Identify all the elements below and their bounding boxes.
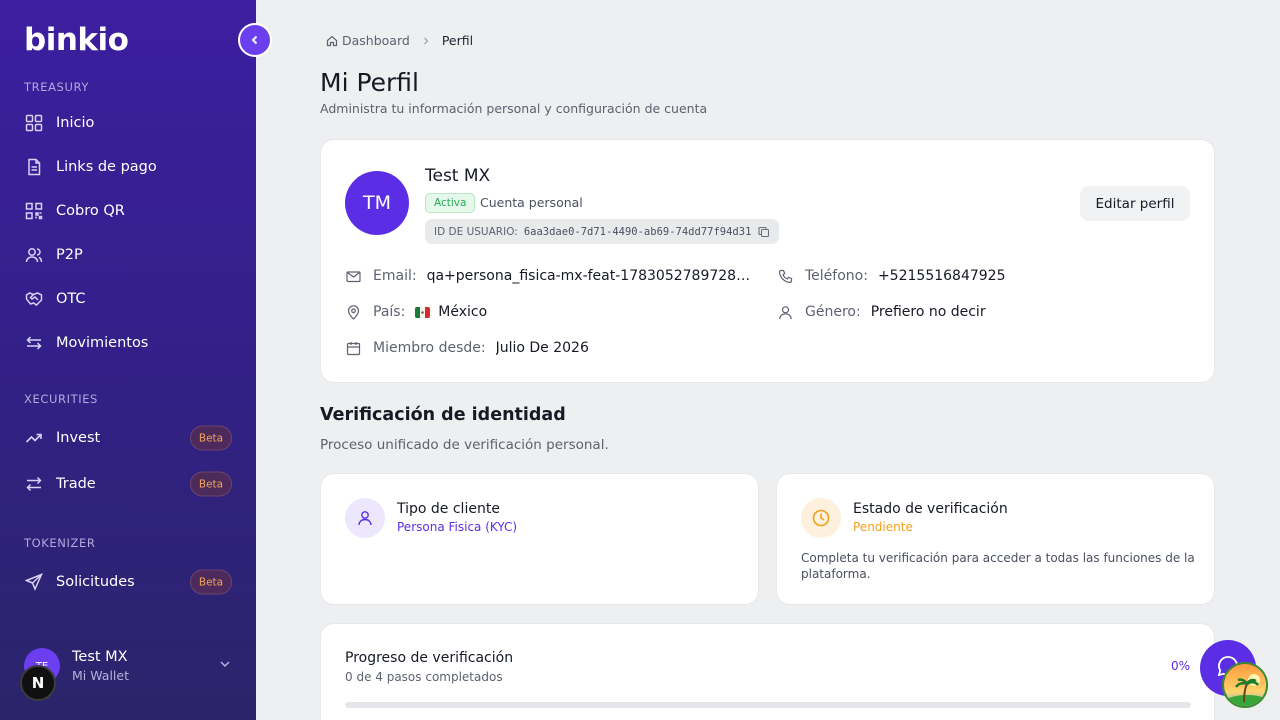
sidebar-item-cobro-qr[interactable]: Cobro QR xyxy=(24,196,232,226)
email-row: Email: qa+persona_fisica-mx-feat-1783052… xyxy=(345,268,765,284)
copy-icon[interactable] xyxy=(758,226,770,238)
breadcrumb-dashboard-link[interactable]: Dashboard xyxy=(342,33,410,48)
sidebar-item-movimientos[interactable]: Movimientos xyxy=(24,328,232,358)
beta-badge: Beta xyxy=(190,569,232,595)
nextjs-dev-badge[interactable]: N xyxy=(20,665,56,701)
verification-title: Verificación de identidad xyxy=(320,405,566,425)
verification-status-value: Pendiente xyxy=(853,520,913,534)
mexico-flag-icon xyxy=(415,306,431,318)
gender-row: Género: Prefiero no decir xyxy=(777,304,986,320)
client-type-card: Tipo de cliente Persona Fisica (KYC) xyxy=(320,473,759,605)
map-pin-icon xyxy=(345,304,361,320)
sidebar-item-label: Links de pago xyxy=(56,159,157,175)
phone-value: +5215516847925 xyxy=(877,268,1006,284)
verification-status-description: Completa tu verificación para acceder a … xyxy=(801,551,1195,581)
user-subtitle: Mi Wallet xyxy=(72,668,129,683)
edit-profile-button[interactable]: Editar perfil xyxy=(1080,186,1190,221)
sidebar-item-label: Invest xyxy=(56,430,101,446)
profile-card: TM Test MX Activa Cuenta personal ID DE … xyxy=(320,139,1215,383)
verification-progress-card: Progreso de verificación 0 de 4 pasos co… xyxy=(320,623,1215,720)
sidebar-item-links-de-pago[interactable]: Links de pago xyxy=(24,152,232,182)
breadcrumb-current: Perfil xyxy=(441,33,474,48)
user-circle-icon xyxy=(345,498,385,538)
verification-status-title: Estado de verificación xyxy=(853,501,1008,517)
sidebar-item-otc[interactable]: OTC xyxy=(24,284,232,314)
chevron-down-icon[interactable] xyxy=(218,656,232,675)
progress-title: Progreso de verificación xyxy=(345,650,514,666)
beta-badge: Beta xyxy=(190,425,232,451)
calendar-icon xyxy=(345,340,361,356)
member-since-value: Julio De 2026 xyxy=(495,340,589,356)
sidebar-item-label: OTC xyxy=(56,291,86,307)
email-label: Email: xyxy=(373,268,417,284)
country-row: País: México xyxy=(345,304,487,320)
sidebar-item-solicitudes[interactable]: Solicitudes Beta xyxy=(24,567,232,597)
sidebar-item-label: Inicio xyxy=(56,115,95,131)
user-name: Test MX xyxy=(72,649,128,665)
grid-icon xyxy=(24,113,44,133)
client-type-title: Tipo de cliente xyxy=(397,501,500,517)
phone-icon xyxy=(777,268,793,284)
handshake-icon xyxy=(24,289,44,309)
clock-icon xyxy=(801,498,841,538)
breadcrumb: Dashboard Perfil xyxy=(326,33,473,48)
sidebar-item-label: P2P xyxy=(56,247,83,263)
beta-badge: Beta xyxy=(190,471,232,497)
section-label-treasury: TREASURY xyxy=(24,80,89,94)
chevron-left-icon xyxy=(249,31,261,50)
arrows-left-right-icon xyxy=(24,333,44,353)
phone-row: Teléfono: +5215516847925 xyxy=(777,268,1005,284)
home-icon xyxy=(326,35,338,47)
page-title: Mi Perfil xyxy=(320,68,419,97)
progress-percent: 0% xyxy=(1170,659,1190,673)
swap-icon xyxy=(24,474,44,494)
chevron-right-icon xyxy=(422,33,430,48)
sidebar-item-label: Movimientos xyxy=(56,335,149,351)
chat-agent-avatar[interactable] xyxy=(1222,662,1268,708)
qr-code-icon xyxy=(24,201,44,221)
sidebar-item-trade[interactable]: Trade Beta xyxy=(24,469,232,499)
gender-label: Género: xyxy=(805,304,861,320)
phone-label: Teléfono: xyxy=(805,268,868,284)
sidebar-item-label: Trade xyxy=(56,476,96,492)
country-label: País: xyxy=(373,304,406,320)
client-type-value: Persona Fisica (KYC) xyxy=(397,520,518,534)
user-id-label: ID DE USUARIO: xyxy=(434,225,518,238)
user-icon xyxy=(777,304,793,320)
collapse-sidebar-button[interactable] xyxy=(238,23,272,57)
sidebar-item-inicio[interactable]: Inicio xyxy=(24,108,232,138)
verification-status-card: Estado de verificación Pendiente Complet… xyxy=(776,473,1215,605)
sidebar-item-invest[interactable]: Invest Beta xyxy=(24,423,232,453)
sidebar-item-label: Cobro QR xyxy=(56,203,125,219)
email-value: qa+persona_fisica-mx-feat-1783052789728@… xyxy=(426,268,761,284)
progress-steps: 0 de 4 pasos completados xyxy=(345,670,503,684)
trending-up-icon xyxy=(24,428,44,448)
section-label-tokenizer: TOKENIZER xyxy=(24,536,96,550)
user-id-value: 6aa3dae0-7d71-4490-ab69-74dd77f94d31 xyxy=(523,225,752,238)
member-since-label: Miembro desde: xyxy=(373,340,486,356)
mail-icon xyxy=(345,268,361,284)
sidebar-item-p2p[interactable]: P2P xyxy=(24,240,232,270)
status-badge: Activa xyxy=(425,193,476,213)
binkio-logo[interactable]: binkio xyxy=(24,22,129,58)
gender-value: Prefiero no decir xyxy=(870,304,986,320)
users-icon xyxy=(24,245,44,265)
profile-avatar: TM xyxy=(345,171,409,235)
sidebar-item-label: Solicitudes xyxy=(56,574,135,590)
page-subtitle: Administra tu información personal y con… xyxy=(320,101,708,116)
sidebar: binkio TREASURY Inicio Links de pago Cob… xyxy=(0,0,256,720)
progress-bar xyxy=(345,702,1191,708)
country-value: México xyxy=(438,304,488,320)
user-id-pill: ID DE USUARIO: 6aa3dae0-7d71-4490-ab69-7… xyxy=(425,219,780,244)
member-since-row: Miembro desde: Julio De 2026 xyxy=(345,340,589,356)
verification-subtitle: Proceso unificado de verificación person… xyxy=(320,437,609,453)
profile-name: Test MX xyxy=(425,166,491,186)
account-type: Cuenta personal xyxy=(480,195,583,210)
section-label-xecurities: XECURITIES xyxy=(24,392,98,406)
document-icon xyxy=(24,157,44,177)
send-icon xyxy=(24,572,44,592)
